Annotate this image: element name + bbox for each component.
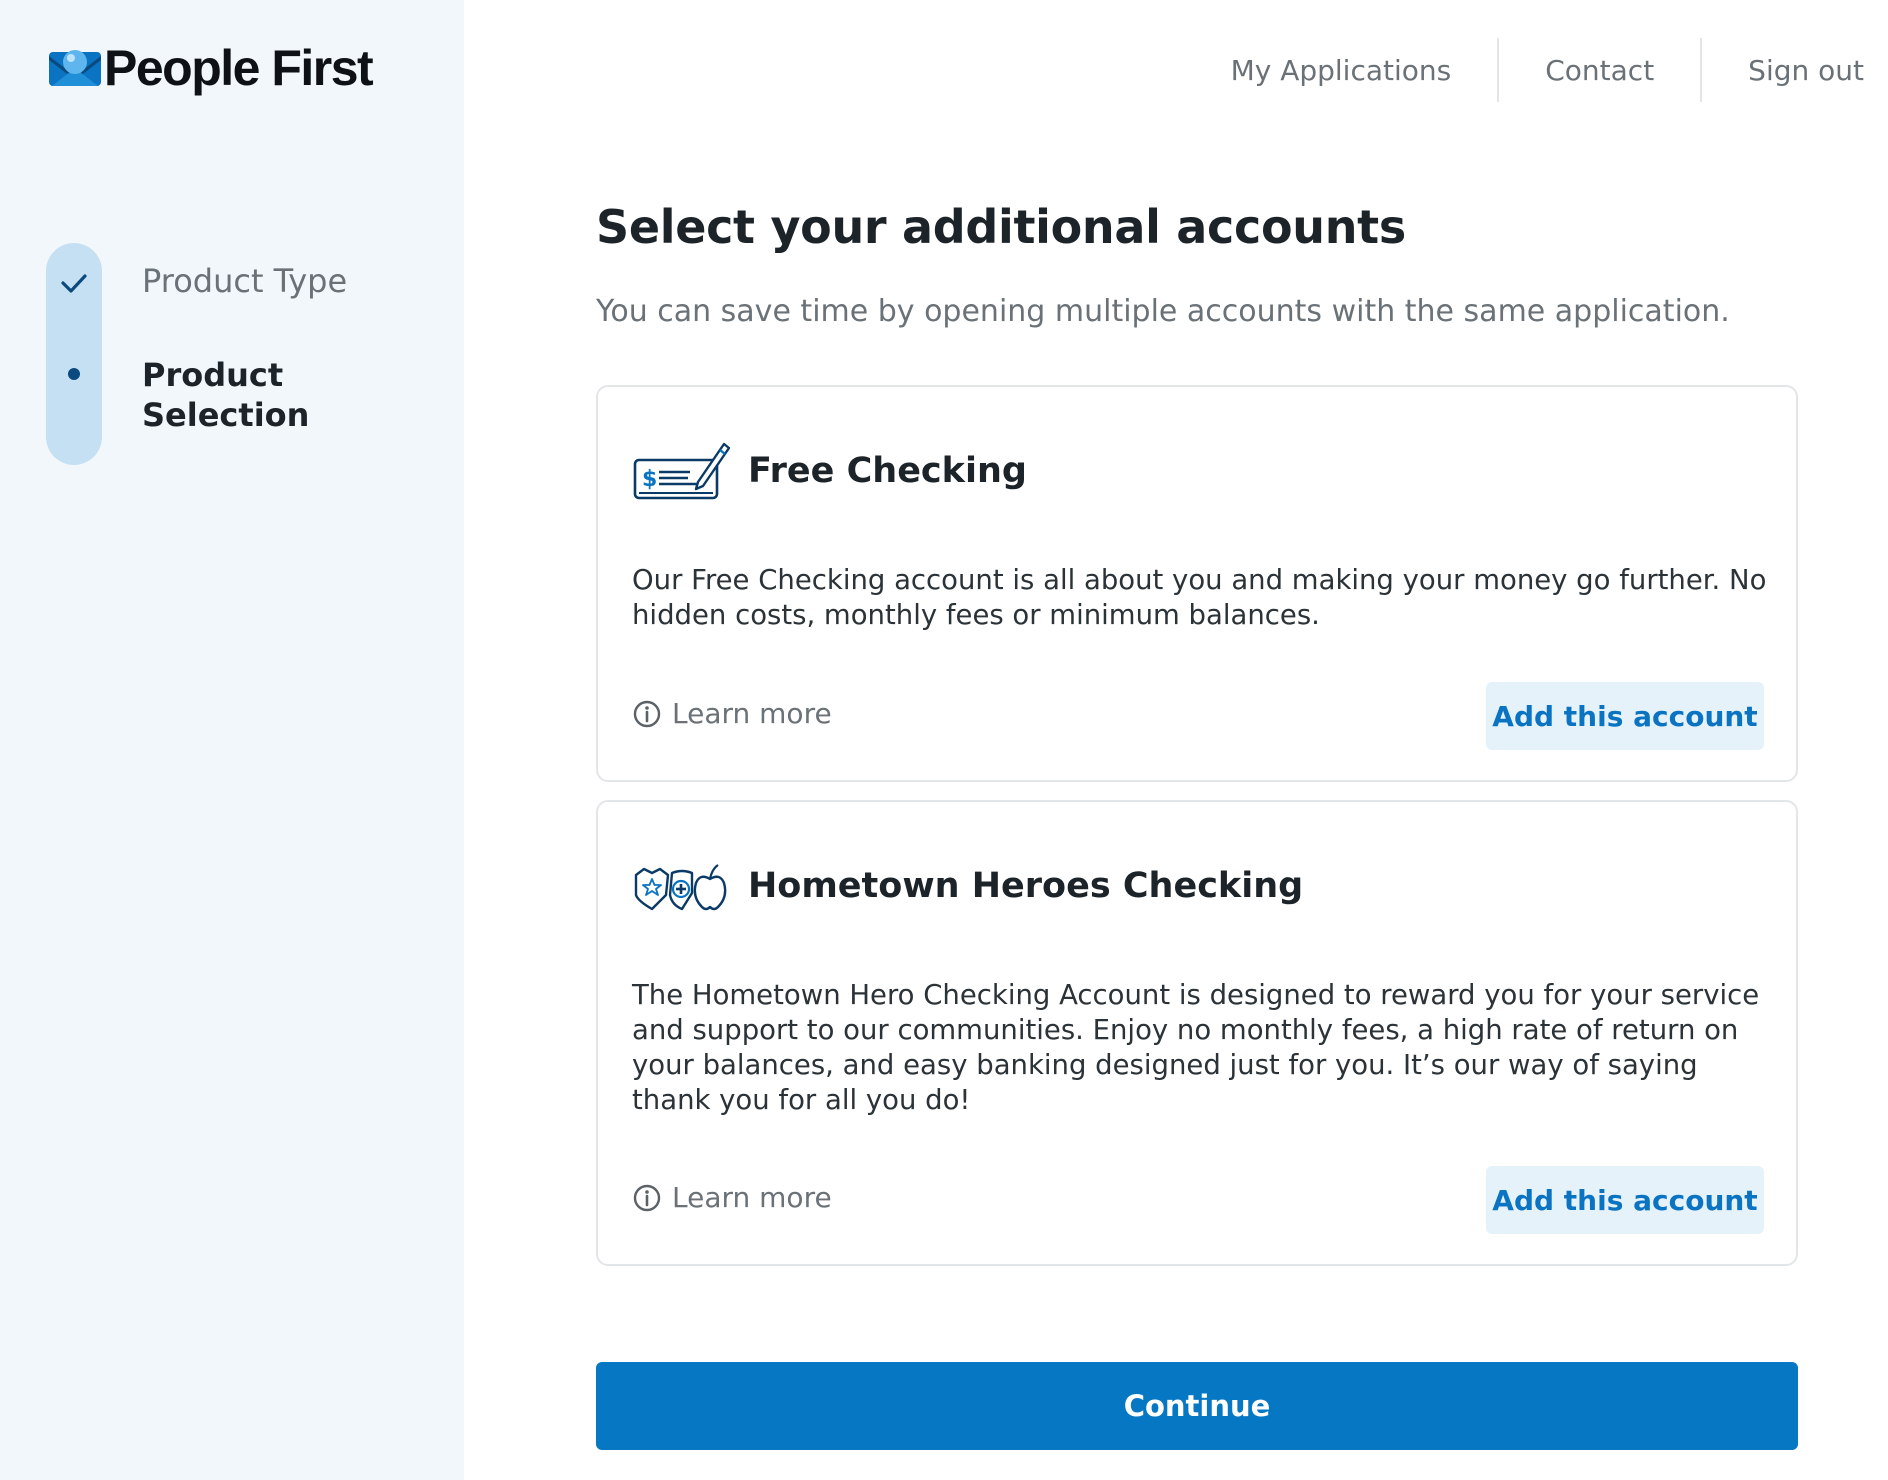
step-product-selection: Product Selection <box>142 356 310 434</box>
heart-envelope-logo-icon <box>49 50 101 86</box>
account-card-hometown-heroes: Hometown Heroes Checking The Hometown He… <box>596 800 1798 1266</box>
continue-button[interactable]: Continue <box>596 1362 1798 1450</box>
info-icon <box>633 1184 661 1211</box>
account-title: Free Checking <box>748 451 1027 491</box>
page-subtitle: You can save time by opening multiple ac… <box>596 294 1730 329</box>
learn-more-label: Learn more <box>672 1181 832 1214</box>
account-card-free-checking: $ Free Checking Our Free Checking accoun… <box>596 385 1798 782</box>
learn-more-link[interactable]: Learn more <box>632 697 832 730</box>
nav-sign-out[interactable]: Sign out <box>1702 38 1888 102</box>
learn-more-link[interactable]: Learn more <box>632 1181 832 1214</box>
page-title: Select your additional accounts <box>596 200 1406 254</box>
account-title: Hometown Heroes Checking <box>748 866 1304 906</box>
sidebar: People First Product Type Product Select… <box>0 0 464 1480</box>
brand-name: People First <box>104 40 374 96</box>
top-nav: My Applications Contact Sign out <box>1185 38 1888 102</box>
nav-contact[interactable]: Contact <box>1499 38 1700 102</box>
add-account-button[interactable]: Add this account <box>1486 682 1764 750</box>
nav-my-applications[interactable]: My Applications <box>1185 38 1498 102</box>
card-header: $ Free Checking <box>632 439 1027 503</box>
svg-text:$: $ <box>642 467 657 492</box>
heroes-badge-shield-apple-icon <box>634 864 727 911</box>
card-header: Hometown Heroes Checking <box>632 854 1303 918</box>
brand-logo[interactable]: People First <box>48 40 374 96</box>
add-account-button[interactable]: Add this account <box>1486 1166 1764 1234</box>
check-icon <box>61 274 87 293</box>
step-product-type[interactable]: Product Type <box>142 262 347 300</box>
check-pen-icon: $ <box>633 442 730 500</box>
account-description: Our Free Checking account is all about y… <box>632 564 1767 631</box>
learn-more-label: Learn more <box>672 697 832 730</box>
account-description: The Hometown Hero Checking Account is de… <box>632 979 1760 1116</box>
info-icon <box>633 700 661 727</box>
page: People First Product Type Product Select… <box>0 0 1888 1480</box>
current-step-dot-icon <box>68 368 80 380</box>
